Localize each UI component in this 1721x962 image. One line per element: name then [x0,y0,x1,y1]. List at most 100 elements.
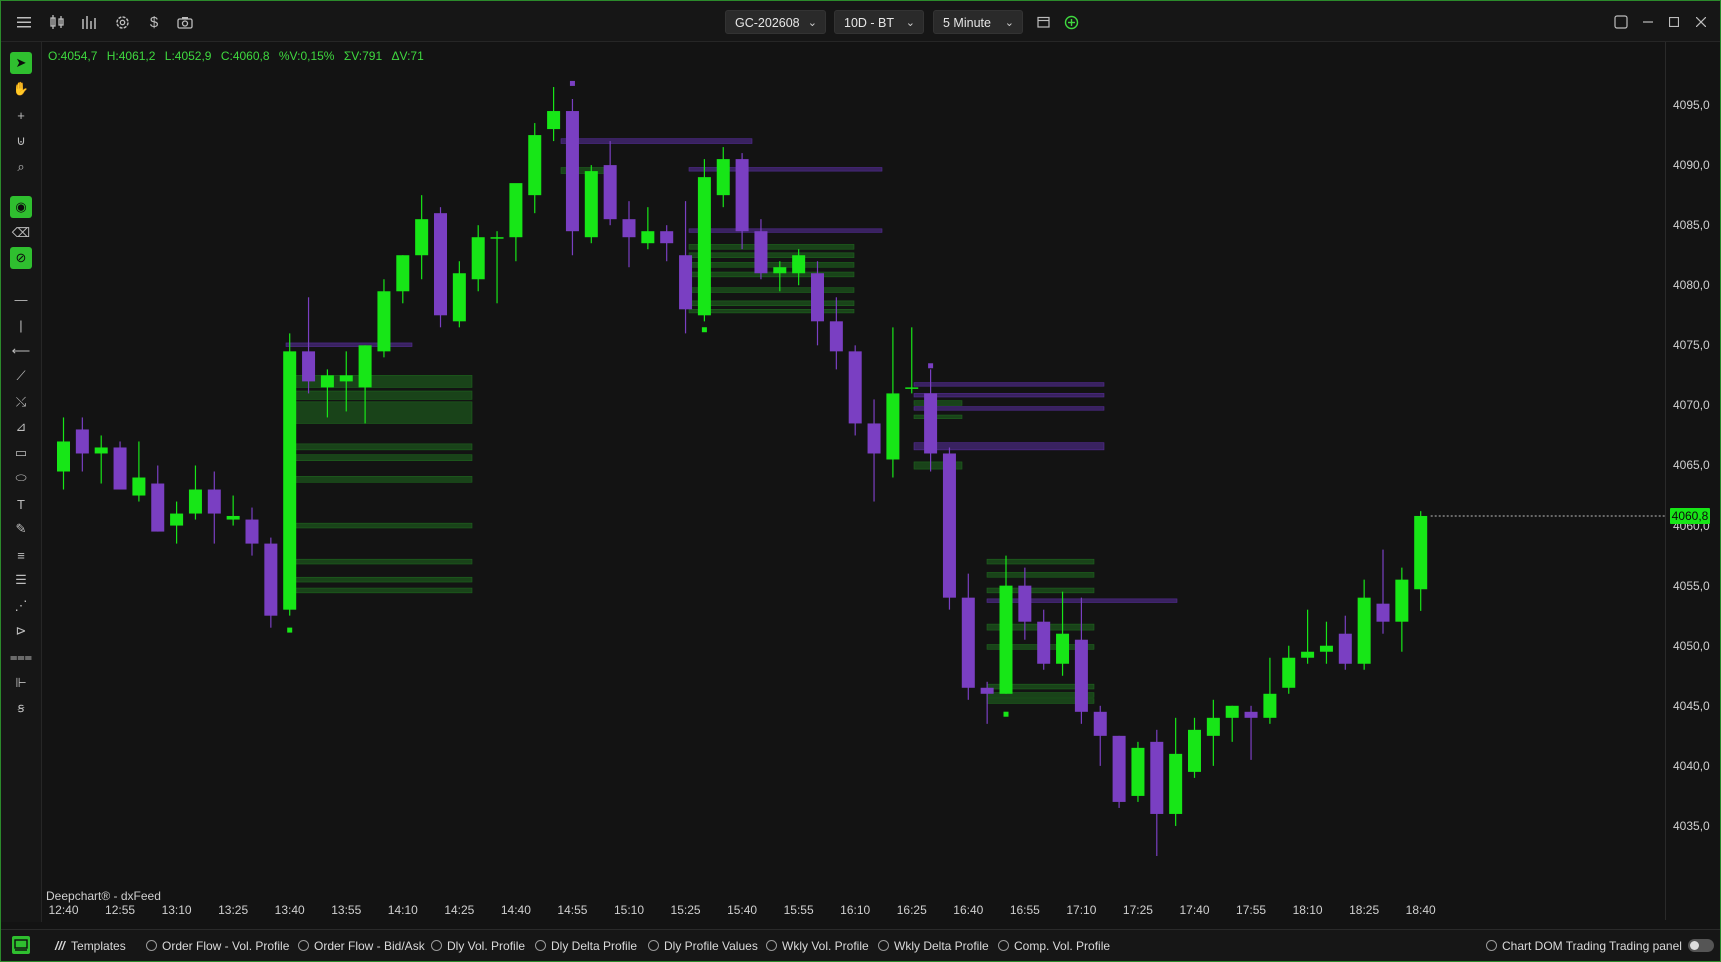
text-icon[interactable]: T [10,493,32,515]
candle-body [283,351,297,610]
minimize-icon[interactable] [1637,11,1659,33]
lock-icon[interactable]: ⊘ [10,247,32,269]
ruler-icon[interactable]: ⊿ [10,416,32,438]
trendline-icon[interactable]: ⟋ [10,365,32,387]
time-tick-label: 13:55 [331,903,361,917]
time-tick-label: 15:40 [727,903,757,917]
template-option[interactable]: Dly Profile Values [648,930,758,961]
volume-profile-bar [688,271,855,278]
range-dropdown[interactable]: 10D - BT ⌄ [834,10,924,34]
volume-profile-bar [913,406,1105,411]
radio-icon [146,940,157,951]
template-option[interactable]: Dly Vol. Profile [431,930,525,961]
templates-button[interactable]: /// Templates [55,930,126,961]
pencil-icon[interactable]: ✎ [10,518,32,540]
rectangle-icon[interactable]: ▭ [10,442,32,464]
camera-icon[interactable] [174,11,196,33]
radio-icon [431,940,442,951]
template-label: Order Flow - Bid/Ask [314,939,425,953]
time-tick-label: 17:40 [1179,903,1209,917]
template-option[interactable]: Wkly Vol. Profile [766,930,869,961]
calendar-icon[interactable] [1032,11,1054,33]
candle-body [622,219,636,238]
symbol-value: GC-202608 [735,16,800,30]
time-tick-label: 17:25 [1123,903,1153,917]
fib2-icon[interactable]: ⊳ [10,620,32,642]
fib3-icon[interactable]: ⩶ [10,646,32,668]
time-tick-label: 18:10 [1293,903,1323,917]
panel-toggle-icon[interactable] [11,935,31,957]
time-tick-label: 14:55 [557,903,587,917]
ohlc-close: C:4060,8 [220,49,270,63]
price-tick-label: 4045,0 [1673,698,1710,713]
volume-profile-bar [688,262,855,268]
candle-body [1074,639,1088,712]
candle-body [1263,693,1277,718]
restore-icon[interactable] [1610,11,1632,33]
crosshair-icon[interactable]: + [10,104,32,126]
candle-body [1093,711,1107,736]
time-tick-label: 16:10 [840,903,870,917]
dollar-icon[interactable]: $ [143,11,165,33]
candle-body [415,219,429,256]
candle-body [94,447,108,454]
trading-panel-toggle[interactable]: Trading panel [1609,930,1714,961]
time-tick-label: 17:10 [1066,903,1096,917]
candle-body [641,231,655,244]
hand-icon[interactable]: ✋ [10,78,32,100]
bars-icon[interactable] [78,11,100,33]
symbol-dropdown[interactable]: GC-202608 ⌄ [725,10,826,34]
volume-profile-bar [285,443,473,451]
candle-body [1376,603,1390,622]
price-scale[interactable]: 4095,0 4090,0 4085,0 4080,0 4075,0 4070,0 4065… [1665,42,1720,920]
candles-icon[interactable] [46,11,68,33]
volume-profile-bar [913,393,1105,398]
top-toolbar: $ GC-202608 ⌄ 10D - BT ⌄ 5 Minute ⌄ [1,1,1720,42]
chart-dom-trading-option[interactable]: Chart DOM Trading [1486,930,1606,961]
radio-icon [1486,940,1497,951]
eye-icon[interactable]: ◉ [10,196,32,218]
zoom-icon[interactable]: ⌕ [10,156,32,178]
price-tick-label: 4085,0 [1673,218,1710,233]
template-label: Wkly Vol. Profile [782,939,869,953]
candle-body [1319,645,1333,652]
time-tick-label: 12:55 [105,903,135,917]
price-chart[interactable]: 12:40 12:55 13:10 13:25 13:40 13:55 14:10 14:25… [42,42,1665,920]
template-option[interactable]: Order Flow - Bid/Ask [298,930,425,961]
template-label: Dly Delta Profile [551,939,638,953]
fib-icon[interactable]: ⋰ [10,595,32,617]
close-icon[interactable] [1690,11,1712,33]
candle-body [1206,717,1220,736]
maximize-icon[interactable] [1663,11,1685,33]
add-chart-icon[interactable] [1060,11,1082,33]
radio-icon [766,940,777,951]
time-tick-label: 13:10 [162,903,192,917]
volume-profile-bar [913,400,963,406]
magnet-icon[interactable]: ⊍ [10,130,32,152]
list-icon[interactable]: ☰ [10,569,32,591]
menu-icon[interactable] [13,11,35,33]
template-option[interactable]: Wkly Delta Profile [878,930,989,961]
time-tick-label: 14:25 [444,903,474,917]
ellipse-icon[interactable]: ⬭ [10,467,32,489]
eraser-icon[interactable]: ⌫ [10,222,32,244]
ray-icon[interactable]: ⟵ [10,340,32,362]
cursor-icon[interactable]: ➤ [10,52,32,74]
candle-body [1037,621,1051,664]
interval-dropdown[interactable]: 5 Minute ⌄ [933,10,1023,34]
path-icon[interactable]: ⤯ [10,391,32,413]
gear-icon[interactable] [111,11,133,33]
candle-body [999,585,1013,694]
candle-body [245,519,259,544]
vline-icon[interactable]: | [10,314,32,336]
candle-body [829,321,843,352]
hline-icon[interactable]: — [10,288,32,310]
candle-body [75,429,89,454]
lines-icon[interactable]: ≡ [10,544,32,566]
template-option[interactable]: Order Flow - Vol. Profile [146,930,289,961]
candle-body [679,255,693,310]
template-option[interactable]: Comp. Vol. Profile [998,930,1110,961]
profile2-icon[interactable]: ꞩ [10,697,32,719]
profile-icon[interactable]: ⊩ [10,672,32,694]
template-option[interactable]: Dly Delta Profile [535,930,638,961]
